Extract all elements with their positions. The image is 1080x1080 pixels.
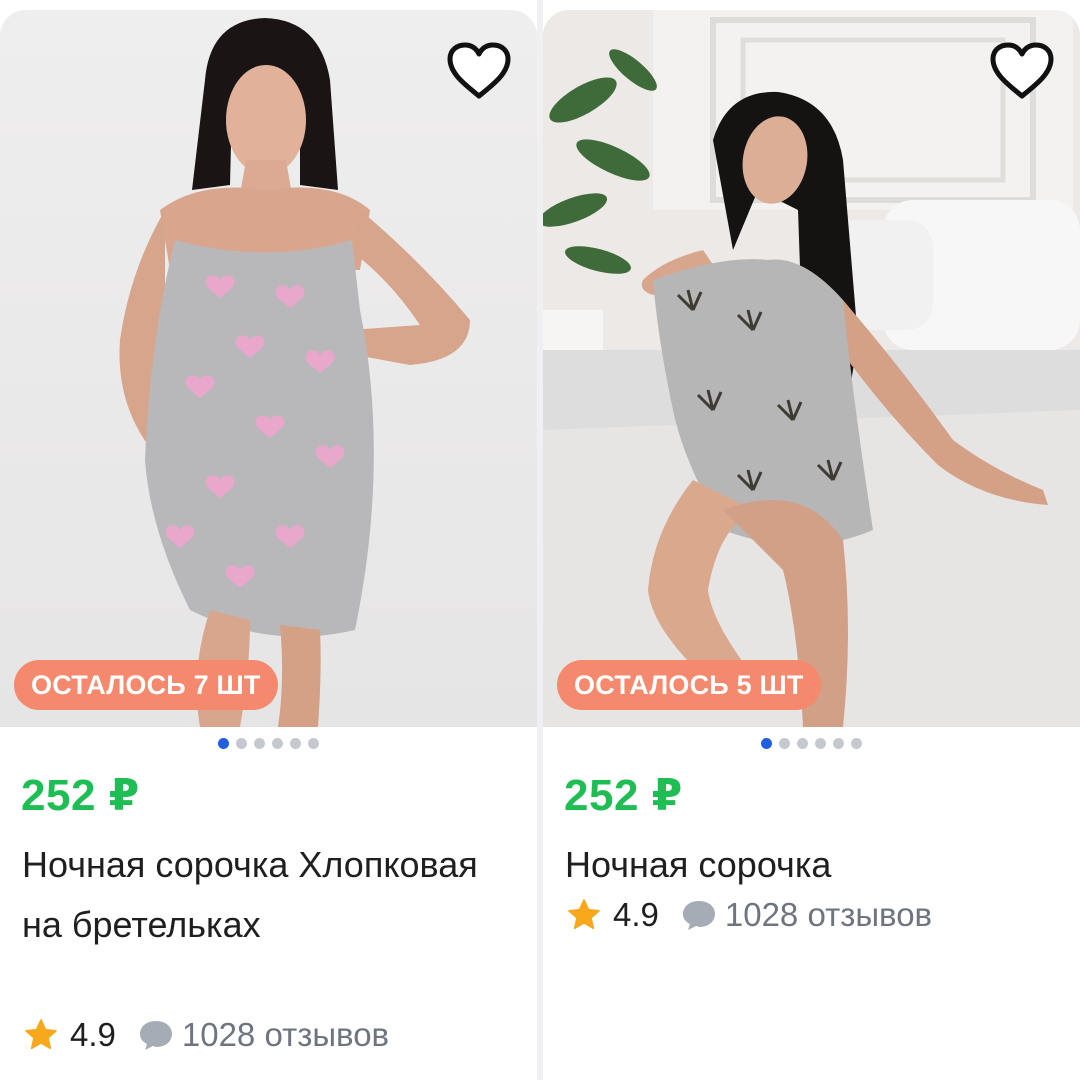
- heart-outline-icon: [447, 42, 511, 99]
- rating-row: 4.9 1028 отзывов: [22, 1016, 389, 1054]
- comment-bubble-icon: [682, 901, 715, 930]
- favorite-button[interactable]: [443, 38, 515, 104]
- comment-bubble-icon: [139, 1021, 172, 1050]
- star-icon: [25, 1019, 57, 1050]
- carousel-dot[interactable]: [308, 738, 319, 749]
- reviews-count[interactable]: 1028 отзывов: [182, 1016, 389, 1054]
- heart-outline-icon: [990, 42, 1054, 99]
- product-image[interactable]: [543, 10, 1080, 727]
- carousel-dot[interactable]: [797, 738, 808, 749]
- stock-badge: ОСТАЛОСЬ 5 ШТ: [557, 660, 821, 710]
- star-icon: [568, 899, 600, 930]
- product-card[interactable]: ОСТАЛОСЬ 5 ШТ 252 ₽ Ночная сорочка 4.9 1…: [543, 10, 1080, 1080]
- reviews-count[interactable]: 1028 отзывов: [725, 896, 932, 934]
- rating-value: 4.9: [613, 896, 659, 933]
- rating-row: 4.9 1028 отзывов: [565, 896, 932, 934]
- product-grid: ОСТАЛОСЬ 7 ШТ 252 ₽ Ночная сорочка Хлопк…: [0, 0, 1080, 1080]
- carousel-dot[interactable]: [254, 738, 265, 749]
- carousel-dot[interactable]: [761, 738, 772, 749]
- product-card[interactable]: ОСТАЛОСЬ 7 ШТ 252 ₽ Ночная сорочка Хлопк…: [0, 10, 537, 1080]
- rating-value: 4.9: [70, 1016, 116, 1053]
- product-title[interactable]: Ночная сорочка Хлопковая на бретельках: [22, 835, 522, 955]
- carousel-dot[interactable]: [833, 738, 844, 749]
- carousel-dot[interactable]: [851, 738, 862, 749]
- carousel-dot[interactable]: [272, 738, 283, 749]
- product-price: 252 ₽: [564, 771, 683, 820]
- product-price: 252 ₽: [21, 771, 140, 820]
- product-image[interactable]: [0, 10, 537, 727]
- carousel-dot[interactable]: [236, 738, 247, 749]
- carousel-dot[interactable]: [815, 738, 826, 749]
- carousel-dot[interactable]: [218, 738, 229, 749]
- carousel-dot[interactable]: [779, 738, 790, 749]
- carousel-dot[interactable]: [290, 738, 301, 749]
- product-title[interactable]: Ночная сорочка: [565, 835, 1065, 895]
- carousel-indicator: [543, 738, 1080, 752]
- carousel-indicator: [0, 738, 537, 752]
- stock-badge: ОСТАЛОСЬ 7 ШТ: [14, 660, 278, 710]
- favorite-button[interactable]: [986, 38, 1058, 104]
